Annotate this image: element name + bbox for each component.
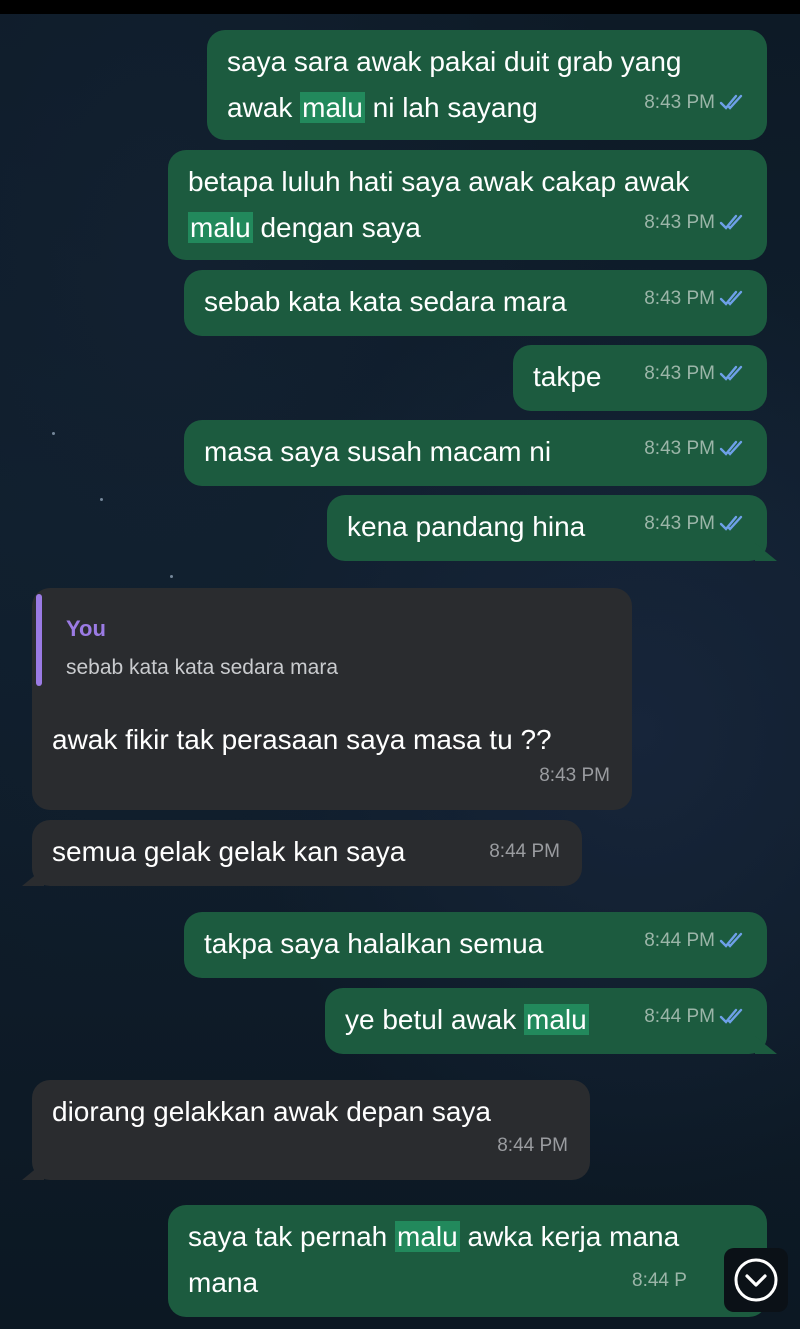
message-time: 8:43 PM: [644, 438, 715, 459]
message-text: sebab kata kata sedara mara: [204, 286, 567, 317]
message-time: 8:44 PM: [497, 1135, 568, 1156]
search-highlight: malu: [395, 1221, 460, 1252]
message-text-line: saya sara awak pakai duit grab yang: [227, 46, 682, 77]
message-text: takpe: [533, 361, 602, 392]
message-text-line: betapa luluh hati saya awak cakap awak: [188, 166, 690, 197]
outgoing-message[interactable]: betapa luluh hati saya awak cakap awak m…: [168, 150, 767, 260]
background-star: [100, 498, 103, 501]
message-text-line: mana: [188, 1267, 259, 1298]
search-highlight: malu: [300, 92, 365, 123]
message-text-line: awak malu ni lah sayang: [227, 86, 538, 130]
message-text: saya tak pernah: [188, 1221, 396, 1252]
message-meta: 8:44 PM: [644, 919, 745, 966]
message-text: semua gelak gelak kan saya: [52, 836, 406, 867]
background-star: [52, 432, 55, 435]
message-text-line: saya tak pernah malu awka kerja mana: [188, 1215, 679, 1259]
top-status-strip: [0, 0, 800, 14]
chevron-down-circle-icon: [734, 1258, 778, 1302]
double-check-icon: [719, 84, 745, 128]
outgoing-message[interactable]: sebab kata kata sedara mara 8:43 PM: [184, 270, 767, 336]
message-meta: 8:43 PM: [644, 352, 745, 399]
message-time: 8:44 PM: [644, 1006, 715, 1027]
background-star: [170, 575, 173, 578]
message-time: 8:43 PM: [539, 765, 610, 786]
message-time: 8:44 PM: [489, 841, 560, 862]
search-highlight: malu: [188, 212, 253, 243]
reply-quote[interactable]: You sebab kata kata sedara mara: [36, 594, 628, 686]
outgoing-message[interactable]: takpa saya halalkan semua 8:44 PM: [184, 912, 767, 978]
message-text: ye betul awak: [345, 1004, 524, 1035]
outgoing-message[interactable]: kena pandang hina 8:43 PM: [327, 495, 777, 561]
message-text: diorang gelakkan awak depan saya: [52, 1096, 491, 1127]
incoming-message[interactable]: semua gelak gelak kan saya 8:44 PM: [22, 820, 582, 886]
message-text: awak: [227, 92, 301, 123]
message-time: 8:44 P: [632, 1270, 687, 1291]
double-check-icon: [719, 355, 745, 399]
double-check-icon: [719, 922, 745, 966]
double-check-icon: [719, 280, 745, 324]
incoming-message[interactable]: diorang gelakkan awak depan saya 8:44 PM: [22, 1080, 590, 1180]
outgoing-message[interactable]: takpe 8:43 PM: [513, 345, 767, 411]
message-text-line: malu dengan saya: [188, 206, 421, 250]
message-meta: 8:43 PM: [644, 201, 745, 248]
double-check-icon: [719, 430, 745, 474]
reply-author: You: [66, 616, 106, 641]
outgoing-message[interactable]: saya tak pernah malu awka kerja mana man…: [168, 1205, 767, 1317]
reply-text: sebab kata kata sedara mara: [66, 656, 338, 679]
double-check-icon: [719, 204, 745, 248]
message-meta: 8:43 PM: [644, 427, 745, 474]
message-meta: 8:44 PM: [644, 995, 745, 1042]
double-check-icon: [719, 505, 745, 549]
outgoing-message[interactable]: masa saya susah macam ni 8:43 PM: [184, 420, 767, 486]
message-time: 8:43 PM: [644, 288, 715, 309]
message-meta: 8:43 PM: [644, 81, 745, 128]
message-text: awak fikir tak perasaan saya masa tu ??: [52, 724, 552, 755]
message-text: kena pandang hina: [347, 511, 586, 542]
message-time: 8:43 PM: [644, 212, 715, 233]
message-time: 8:43 PM: [644, 92, 715, 113]
search-highlight: malu: [524, 1004, 589, 1035]
message-text-line: ye betul awak malu: [345, 998, 589, 1042]
message-meta: 8:43 PM: [644, 277, 745, 324]
message-time: 8:43 PM: [644, 513, 715, 534]
message-text: masa saya susah macam ni: [204, 436, 552, 467]
scroll-to-bottom-button[interactable]: [724, 1248, 788, 1312]
message-time: 8:43 PM: [644, 363, 715, 384]
message-text: awka kerja mana: [459, 1221, 680, 1252]
outgoing-message[interactable]: ye betul awak malu 8:44 PM: [325, 988, 777, 1054]
outgoing-message[interactable]: saya sara awak pakai duit grab yang awak…: [207, 30, 767, 140]
message-text: takpa saya halalkan semua: [204, 928, 544, 959]
reply-accent-bar: [36, 594, 42, 686]
message-time: 8:44 PM: [644, 930, 715, 951]
message-meta: 8:43 PM: [644, 502, 745, 549]
message-text: dengan saya: [252, 212, 421, 243]
message-text: ni lah sayang: [364, 92, 538, 123]
double-check-icon: [719, 998, 745, 1042]
